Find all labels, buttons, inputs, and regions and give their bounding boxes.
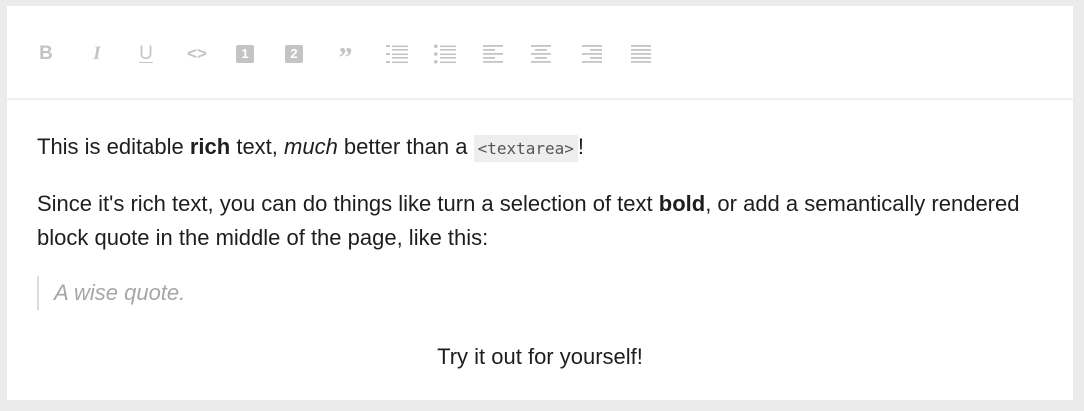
bulleted-list-icon <box>434 44 456 64</box>
rich-text-editor: B I U <> 1 2 ” This is editable rich tex… <box>7 6 1073 400</box>
text-segment: ! <box>577 134 585 159</box>
align-left-button[interactable] <box>480 42 506 66</box>
code-button[interactable]: <> <box>183 42 211 66</box>
centered-paragraph[interactable]: Try it out for yourself! <box>7 340 1073 374</box>
heading-two-icon: 2 <box>285 45 303 63</box>
underline-icon: U <box>139 43 153 64</box>
bulleted-list-button[interactable] <box>431 42 459 66</box>
code-icon: <> <box>187 44 207 63</box>
bold-text: rich <box>189 134 231 159</box>
heading-two-button[interactable]: 2 <box>284 42 304 66</box>
quote-icon: ” <box>338 43 353 74</box>
inline-code: <textarea> <box>473 135 578 162</box>
text-segment: This is editable <box>37 134 190 159</box>
italic-button[interactable]: I <box>87 42 107 66</box>
bold-icon: B <box>39 43 53 64</box>
paragraph-description[interactable]: Since it's rich text, you can do things … <box>37 187 1037 255</box>
bold-text: bold <box>658 191 706 216</box>
block-quote[interactable]: A wise quote. <box>37 276 185 310</box>
numbered-list-icon <box>386 45 408 64</box>
heading-one-button[interactable]: 1 <box>235 42 255 66</box>
align-justify-button[interactable] <box>628 42 654 66</box>
text-segment: Since it's rich text, you can do things … <box>37 191 659 216</box>
formatting-toolbar: B I U <> 1 2 ” <box>7 6 1073 100</box>
heading-one-icon: 1 <box>236 45 254 63</box>
block-quote-button[interactable]: ” <box>334 42 354 74</box>
paragraph-intro[interactable]: This is editable rich text, much better … <box>37 130 1037 166</box>
align-right-button[interactable] <box>579 42 605 66</box>
underline-button[interactable]: U <box>136 42 156 66</box>
bold-button[interactable]: B <box>36 42 56 66</box>
numbered-list-button[interactable] <box>383 42 411 66</box>
italic-icon: I <box>93 43 101 64</box>
align-center-button[interactable] <box>528 42 554 66</box>
align-left-icon <box>483 45 503 63</box>
text-segment: text, <box>230 134 285 159</box>
align-justify-icon <box>631 45 651 63</box>
align-center-icon <box>531 45 551 63</box>
editable-content-area[interactable]: This is editable rich text, much better … <box>7 100 1073 400</box>
align-right-icon <box>582 45 602 63</box>
text-segment: better than a <box>337 134 474 159</box>
italic-text: much <box>284 134 338 159</box>
